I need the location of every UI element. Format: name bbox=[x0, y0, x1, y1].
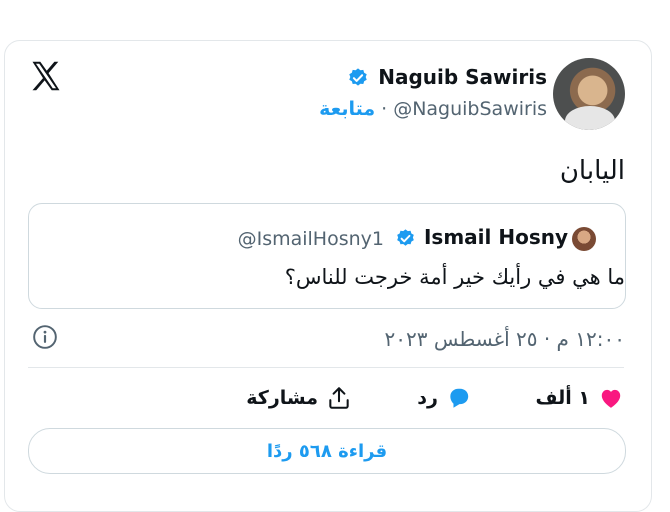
verified-badge-icon bbox=[397, 229, 414, 246]
quoted-text: ما هي في رأيك خير أمة خرجت للناس؟ bbox=[284, 265, 625, 289]
follow-button[interactable]: متابعة bbox=[319, 98, 375, 120]
share-icon bbox=[329, 387, 349, 409]
quoted-author-name: Ismail Hosny bbox=[423, 225, 568, 249]
timestamp[interactable]: ١٢:٠٠ م · ٢٥ أغسطس ٢٠٢٣ bbox=[385, 327, 625, 351]
avatar[interactable] bbox=[553, 58, 625, 130]
like-count: ١ ألف bbox=[535, 387, 591, 409]
divider bbox=[28, 367, 624, 368]
like-button[interactable]: ١ ألف bbox=[536, 380, 625, 416]
quoted-avatar[interactable] bbox=[572, 227, 596, 251]
author-meta: متابعة · @NaguibSawiris bbox=[319, 98, 547, 120]
author-name[interactable]: Naguib Sawiris bbox=[378, 65, 547, 89]
post-text: اليابان bbox=[559, 156, 625, 186]
reply-label: رد bbox=[417, 387, 438, 409]
info-icon[interactable] bbox=[32, 324, 58, 350]
author-handle[interactable]: @NaguibSawiris bbox=[393, 98, 547, 120]
verified-badge-icon bbox=[349, 68, 367, 86]
separator: · bbox=[381, 98, 388, 120]
heart-icon bbox=[601, 389, 621, 408]
quoted-post[interactable] bbox=[28, 203, 626, 309]
reply-button[interactable]: رد bbox=[417, 380, 472, 416]
reply-bubble-icon bbox=[450, 388, 469, 408]
avatar-shirt bbox=[565, 106, 615, 130]
share-label: مشاركة bbox=[246, 387, 318, 409]
x-logo-icon[interactable] bbox=[28, 58, 64, 94]
quoted-author-handle: @IsmailHosny1 bbox=[237, 228, 384, 250]
action-bar: ١ ألف رد مشاركة bbox=[28, 380, 624, 416]
read-replies-button[interactable]: قراءة ٥٦٨ ردًا bbox=[28, 428, 626, 474]
share-button[interactable]: مشاركة bbox=[246, 380, 352, 416]
